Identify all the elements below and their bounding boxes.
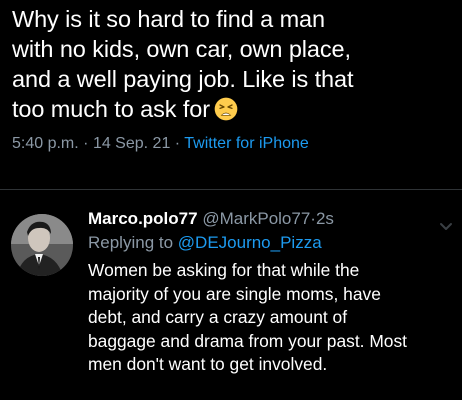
replying-to-mention[interactable]: @DEJourno_Pizza xyxy=(178,233,322,252)
reply-text: Women be asking for that while the major… xyxy=(88,260,408,375)
tired-face-emoji-icon xyxy=(214,97,238,121)
reply-display-name[interactable]: Marco.polo77 xyxy=(88,209,198,228)
reply-body: Marco.polo77 @MarkPolo77·2s Replying to … xyxy=(88,207,460,377)
reply-header: Marco.polo77 @MarkPolo77·2s xyxy=(88,207,460,231)
tweet-time[interactable]: 5:40 p.m. xyxy=(12,135,79,152)
tweet-source-link[interactable]: Twitter for iPhone xyxy=(184,135,309,152)
tweet-text-body: Why is it so hard to find a man with no … xyxy=(12,6,354,122)
tweet-text: Why is it so hard to find a man with no … xyxy=(12,0,452,124)
replying-prefix: Replying to xyxy=(88,233,178,252)
avatar[interactable] xyxy=(11,214,73,276)
meta-separator: · xyxy=(83,135,89,152)
reply-tweet[interactable]: Marco.polo77 @MarkPolo77·2s Replying to … xyxy=(0,190,462,400)
replying-to: Replying to @DEJourno_Pizza xyxy=(88,231,460,255)
tweet-meta: 5:40 p.m. · 14 Sep. 21 · Twitter for iPh… xyxy=(12,135,452,153)
reply-handle[interactable]: @MarkPolo77 xyxy=(202,209,310,228)
main-tweet: Why is it so hard to find a man with no … xyxy=(12,0,452,153)
meta-separator: · xyxy=(174,135,181,152)
chevron-down-icon[interactable] xyxy=(436,216,456,236)
tweet-date[interactable]: 14 Sep. 21 xyxy=(93,135,170,152)
reply-time[interactable]: 2s xyxy=(316,209,334,228)
avatar-portrait-icon xyxy=(11,214,73,276)
